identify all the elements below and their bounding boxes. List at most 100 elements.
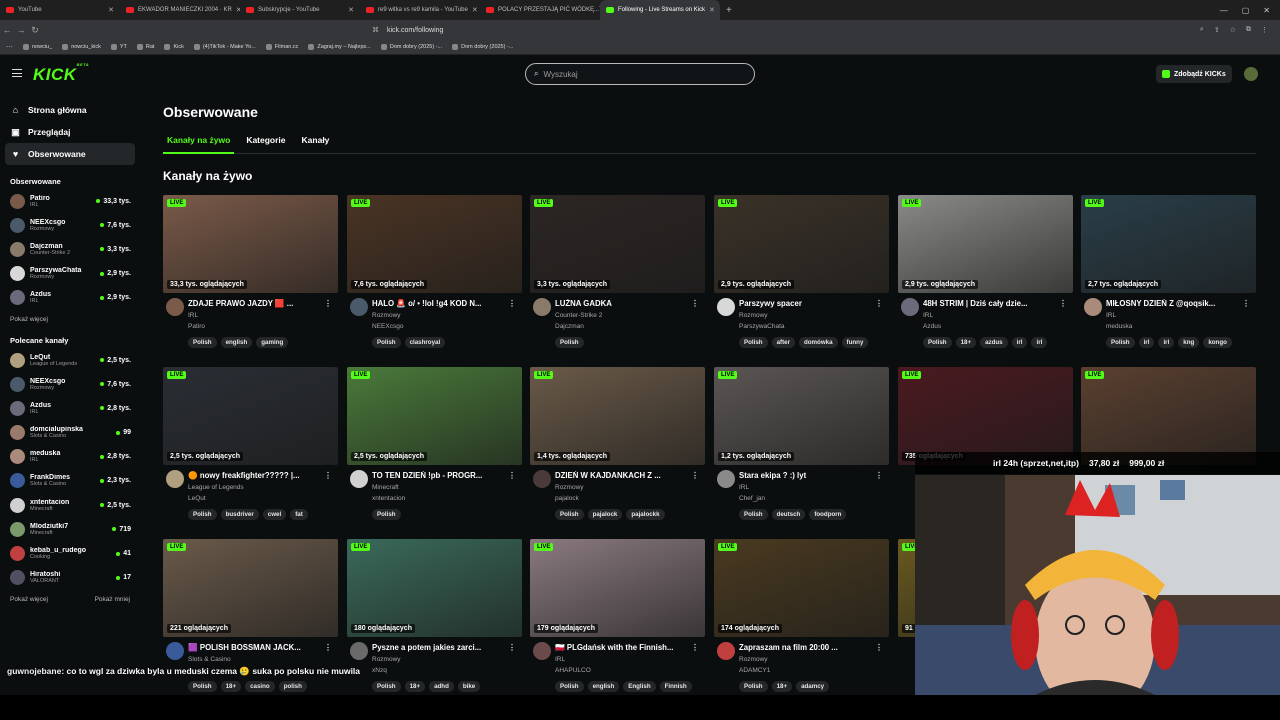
stream-tag[interactable]: 18+ — [771, 681, 793, 692]
stream-thumbnail[interactable]: LIVE 221 oglądających — [163, 539, 338, 637]
tab-close-icon[interactable]: ✕ — [108, 6, 114, 14]
stream-thumbnail[interactable]: LIVE — [1081, 367, 1256, 465]
streamer-name[interactable]: meduska — [1106, 323, 1132, 330]
stream-card[interactable]: LIVE 1,2 tys. oglądających Stara ekipa ? :… — [714, 367, 889, 529]
stream-thumbnail[interactable]: LIVE 179 oglądających — [530, 539, 705, 637]
tab-close-icon[interactable]: ✕ — [709, 6, 715, 14]
stream-tag[interactable]: adhd — [429, 681, 454, 692]
stream-thumbnail[interactable]: LIVE 1,4 tys. oglądających — [530, 367, 705, 465]
show-more-followed-link[interactable]: Pokaż więcej — [10, 316, 48, 323]
stream-tag[interactable]: after — [771, 337, 795, 348]
bookmark-item[interactable]: Zagraj.my – Najleps... — [308, 44, 371, 50]
stream-tag[interactable]: Polish — [923, 337, 952, 348]
stream-tag[interactable]: english — [220, 337, 253, 348]
sidebar-nav-following[interactable]: ♥ Obserwowane — [5, 143, 135, 165]
stream-tag[interactable]: casino — [245, 681, 275, 692]
tab-categories[interactable]: Kategorie — [242, 132, 289, 154]
bookmark-item[interactable]: Dom dobry (2025) -... — [380, 44, 442, 50]
stream-tag[interactable]: Polish — [739, 681, 768, 692]
stream-category[interactable]: Minecraft — [372, 484, 399, 491]
streamer-avatar[interactable] — [717, 642, 735, 660]
stream-category[interactable]: Rozmowy — [739, 312, 768, 319]
sidebar-nav-home[interactable]: ⌂ Strona główna — [5, 99, 135, 121]
followed-channel-item[interactable]: NEEXcsgo Rozmowy 7,6 tys. — [0, 213, 140, 237]
recommended-channel-item[interactable]: FrankDimes Slots & Casino 2,3 tys. — [0, 469, 140, 493]
stream-tag[interactable]: irl — [1011, 337, 1028, 348]
browser-tab[interactable]: POLACY PRZESTAJĄ PIĆ WÓDKĘ...TO✕ — [480, 0, 600, 20]
reload-icon[interactable]: ↻ — [28, 25, 42, 36]
stream-tag[interactable]: irl — [1158, 337, 1175, 348]
stream-tag[interactable]: adamcy — [796, 681, 830, 692]
kick-logo[interactable]: KICKBETA — [33, 62, 89, 85]
stream-tag[interactable]: irl — [1138, 337, 1155, 348]
stream-card[interactable]: LIVE 2,9 tys. oglądających 48H STRIM | Dzi… — [898, 195, 1073, 357]
stream-tag[interactable]: Polish — [555, 681, 584, 692]
browser-tab[interactable]: YouTube ✕ — [0, 0, 120, 20]
forward-icon[interactable]: → — [14, 25, 28, 35]
more-options-icon[interactable]: ⋮ — [508, 299, 516, 308]
streamer-avatar[interactable] — [350, 470, 368, 488]
streamer-name[interactable]: Chef_jan — [739, 495, 765, 502]
stream-tag[interactable]: 18+ — [404, 681, 426, 692]
stream-card[interactable]: LIVE 3,3 tys. oglądających LUŹNA GADKA ⋮ Cou… — [530, 195, 705, 357]
stream-tag[interactable]: Polish — [555, 509, 584, 520]
stream-title[interactable]: HALO 🚨 o/ • !lol !g4 KOD N... — [372, 299, 507, 308]
bookmark-item[interactable]: nowciu_kick — [62, 44, 101, 50]
streamer-name[interactable]: ParszywaChata — [739, 323, 785, 330]
stream-category[interactable]: Rozmowy — [739, 656, 768, 663]
streamer-avatar[interactable] — [350, 642, 368, 660]
browser-tab[interactable]: EKWADOR MANIECZKI 2004 · KR ✕ — [120, 0, 240, 20]
more-options-icon[interactable]: ⋮ — [875, 471, 883, 480]
stream-category[interactable]: Rozmowy — [372, 312, 401, 319]
stream-card[interactable]: LIVE 33,3 tys. oglądających ZDAJE PRAWO JA… — [163, 195, 338, 357]
recommended-channel-item[interactable]: kebab_u_rudego Cooking 41 — [0, 541, 140, 565]
streamer-avatar[interactable] — [166, 298, 184, 316]
stream-tag[interactable]: bike — [457, 681, 481, 692]
site-info-icon[interactable]: ⌘ — [372, 26, 379, 34]
streamer-avatar[interactable] — [350, 298, 368, 316]
browser-tab[interactable]: re9 witka vs re9 kamila - YouTube ✕ — [360, 0, 480, 20]
stream-category[interactable]: Rozmowy — [372, 656, 401, 663]
stream-tag[interactable]: pajalockk — [626, 509, 665, 520]
followed-channel-item[interactable]: Patiro IRL 33,3 tys. — [0, 189, 140, 213]
recommended-channel-item[interactable]: meduska IRL 2,8 tys. — [0, 445, 140, 469]
more-options-icon[interactable]: ⋮ — [691, 299, 699, 308]
recommended-channel-item[interactable]: NEEXcsgo Rozmowy 7,6 tys. — [0, 372, 140, 396]
stream-tag[interactable]: Polish — [372, 337, 401, 348]
stream-tag[interactable]: 18+ — [955, 337, 977, 348]
stream-category[interactable]: IRL — [739, 484, 749, 491]
more-options-icon[interactable]: ⋮ — [1242, 299, 1250, 308]
stream-tag[interactable]: Polish — [188, 337, 217, 348]
stream-tag[interactable]: deutsch — [771, 509, 806, 520]
stream-thumbnail[interactable]: LIVE 2,9 tys. oglądających — [898, 195, 1073, 293]
streamer-name[interactable]: NEEXcsgo — [372, 323, 403, 330]
streamer-name[interactable]: Patiro — [188, 323, 205, 330]
maximize-icon[interactable]: ▢ — [1242, 6, 1250, 15]
stream-thumbnail[interactable]: LIVE 2,7 tys. oglądających — [1081, 195, 1256, 293]
recommended-channel-item[interactable]: Azdus IRL 2,8 tys. — [0, 396, 140, 420]
stream-tag[interactable]: busdriver — [220, 509, 259, 520]
stream-thumbnail[interactable]: LIVE 174 oglądających — [714, 539, 889, 637]
stream-card[interactable]: LIVE 1,4 tys. oglądających DZIEŃ W KAJDANK… — [530, 367, 705, 529]
streamer-name[interactable]: Azdus — [923, 323, 941, 330]
browser-tab[interactable]: Subskrypcje - YouTube ✕ — [240, 0, 360, 20]
stream-category[interactable]: IRL — [1106, 312, 1116, 319]
bookmark-item[interactable]: Kick — [164, 44, 184, 50]
stream-title[interactable]: 🇵🇱 PLGdańsk with the Finnish... — [555, 643, 690, 652]
stream-category[interactable]: IRL — [188, 312, 198, 319]
more-options-icon[interactable]: ⋮ — [508, 471, 516, 480]
stream-thumbnail[interactable]: LIVE735 oglądających — [898, 367, 1073, 465]
bookmark-item[interactable]: YT — [110, 44, 127, 50]
stream-tag[interactable]: polish — [278, 681, 307, 692]
stream-thumbnail[interactable]: LIVE 7,6 tys. oglądających — [347, 195, 522, 293]
stream-tag[interactable]: Polish — [188, 681, 217, 692]
stream-thumbnail[interactable]: LIVE 2,5 tys. oglądających — [347, 367, 522, 465]
stream-tag[interactable]: 18+ — [220, 681, 242, 692]
recommended-channel-item[interactable]: LeQut League of Legends 2,5 tys. — [0, 348, 140, 372]
more-options-icon[interactable]: ⋮ — [1059, 299, 1067, 308]
streamer-name[interactable]: LeQut — [188, 495, 206, 502]
stream-title[interactable]: 🟠 nowy freakfighter????? |... — [188, 471, 323, 480]
get-kicks-button[interactable]: Zdobądź KICKs — [1156, 65, 1232, 83]
stream-tag[interactable]: Finnish — [659, 681, 692, 692]
more-options-icon[interactable]: ⋮ — [324, 643, 332, 652]
